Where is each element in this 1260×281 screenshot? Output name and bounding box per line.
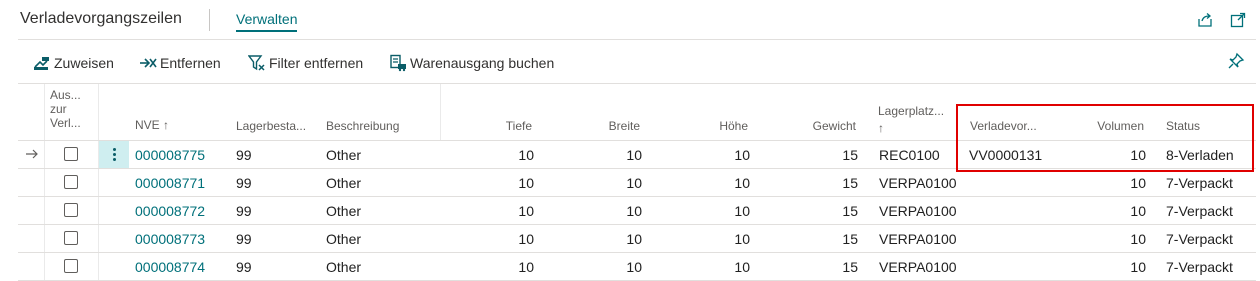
col-header-exclude[interactable]: Aus... zur Verl... [50,88,81,130]
cell-weight: 15 [842,231,858,247]
col-header-description[interactable]: Beschreibung [326,119,399,133]
cell-stock: 99 [236,203,252,219]
cell-volume: 10 [1130,203,1146,219]
exclude-checkbox[interactable] [64,147,78,161]
cell-bin: VERPA0100 [879,231,957,247]
cell-status: 7-Verpackt [1166,175,1233,191]
exclude-checkbox[interactable] [64,203,78,217]
cell-height: 10 [734,175,750,191]
col-header-height[interactable]: Höhe [660,119,748,133]
cell-depth: 10 [518,203,534,219]
cell-width: 10 [626,175,642,191]
cell-depth: 10 [518,175,534,191]
post-shipment-icon [390,54,406,72]
cell-stock: 99 [236,259,252,275]
share-icon[interactable] [1196,11,1214,29]
cell-description: Other [326,231,362,247]
tab-active-indicator [236,30,297,32]
row-actions-menu-icon[interactable] [99,141,129,168]
assign-icon [34,57,49,70]
actions-bottom-divider [18,83,1256,84]
clear-filter-icon [248,55,265,71]
cell-volume: 10 [1130,175,1146,191]
cell-nve[interactable]: 000008772 [135,203,225,219]
clear-filter-label: Filter entfernen [269,55,364,71]
col-header-weight[interactable]: Gewicht [760,119,856,133]
page-title: Verladevorgangszeilen [20,10,182,27]
cell-height: 10 [734,231,750,247]
current-row-arrow-icon [25,147,39,161]
col-divider [440,84,441,140]
cell-description: Other [326,259,362,275]
cell-depth: 10 [518,147,534,163]
cell-description: Other [326,203,362,219]
cell-width: 10 [626,259,642,275]
cell-volume: 10 [1130,259,1146,275]
cell-bin: VERPA0100 [879,203,957,219]
tab-verwalten[interactable]: Verwalten [236,11,297,27]
col-header-depth[interactable]: Tiefe [460,119,532,133]
cell-nve[interactable]: 000008771 [135,175,225,191]
col-header-exclude-line: Aus... [50,88,81,102]
row-divider [18,224,1256,225]
cell-stock: 99 [236,147,252,163]
exclude-checkbox[interactable] [64,175,78,189]
cell-weight: 15 [842,147,858,163]
cell-bin: VERPA0100 [879,175,957,191]
assign-label: Zuweisen [54,55,114,71]
col-header-bin[interactable]: Lagerplatz... ↑ [878,104,944,135]
expand-icon[interactable] [1229,11,1247,29]
cell-stock: 99 [236,231,252,247]
cell-depth: 10 [518,259,534,275]
remove-icon [140,58,157,68]
cell-status: 7-Verpackt [1166,203,1233,219]
cell-status: 7-Verpackt [1166,231,1233,247]
col-header-exclude-line: zur [50,102,67,116]
cell-depth: 10 [518,231,534,247]
pin-icon[interactable] [1227,52,1245,70]
cell-weight: 15 [842,259,858,275]
assign-button[interactable]: Zuweisen [33,52,114,74]
row-divider [18,252,1256,253]
col-header-bin-line: Lagerplatz... [878,104,945,118]
remove-label: Entfernen [160,55,221,71]
cell-volume: 10 [1130,231,1146,247]
highlight-box [956,104,1254,172]
exclude-checkbox[interactable] [64,259,78,273]
page-header: Verladevorgangszeilen Verwalten [0,0,1260,40]
cell-description: Other [326,175,362,191]
cell-bin: REC0100 [879,147,940,163]
post-shipment-label: Warenausgang buchen [410,55,555,71]
cell-status: 7-Verpackt [1166,259,1233,275]
remove-button[interactable]: Entfernen [139,52,221,74]
row-divider [18,196,1256,197]
cell-weight: 15 [842,203,858,219]
actions-top-divider [18,39,1256,40]
col-header-stock[interactable]: Lagerbesta... [236,119,306,133]
cell-width: 10 [626,231,642,247]
clear-filter-button[interactable]: Filter entfernen [248,52,363,74]
cell-nve[interactable]: 000008775 [135,147,225,163]
cell-description: Other [326,147,362,163]
title-separator [209,9,210,31]
cell-weight: 15 [842,175,858,191]
col-header-exclude-line: Verl... [50,116,81,130]
exclude-checkbox[interactable] [64,231,78,245]
col-header-bin-sort: ↑ [878,121,884,135]
cell-width: 10 [626,147,642,163]
cell-width: 10 [626,203,642,219]
cell-height: 10 [734,147,750,163]
col-header-nve[interactable]: NVE ↑ [135,118,169,132]
col-header-width[interactable]: Breite [560,119,640,133]
cell-stock: 99 [236,175,252,191]
cell-height: 10 [734,203,750,219]
cell-bin: VERPA0100 [879,259,957,275]
cell-nve[interactable]: 000008774 [135,259,225,275]
post-shipment-button[interactable]: Warenausgang buchen [389,52,554,74]
cell-nve[interactable]: 000008773 [135,231,225,247]
cell-height: 10 [734,259,750,275]
